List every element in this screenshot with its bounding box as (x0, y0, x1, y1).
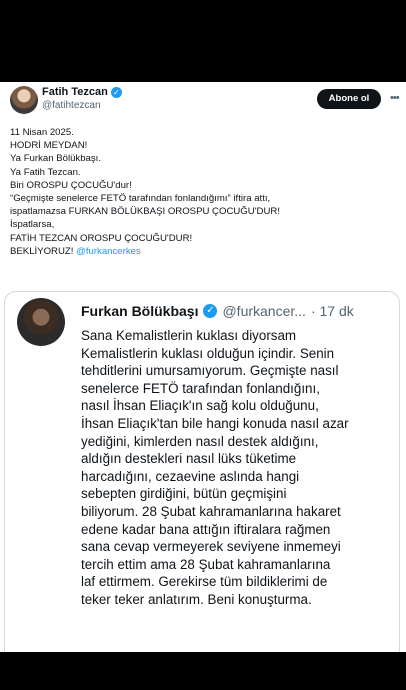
quoted-timestamp[interactable]: · 17 dk (311, 303, 354, 319)
tweet-line: HODRİ MEYDAN! (10, 140, 88, 152)
quoted-line: tehditlerini umursamıyorum. Geçmişte nas… (81, 363, 339, 379)
tweet-line: FATİH TEZCAN OROSPU ÇOCUĞU'DUR! (10, 232, 193, 244)
tweet-line: Biri OROSPU ÇOCUĞU'dur! (10, 179, 132, 191)
quoted-line: teker teker anlatırım. Beni konuşturma. (81, 591, 312, 607)
quoted-line: aldığın destekleri nasıl lüks tüketime (81, 451, 297, 467)
quoted-line: nasıl İhsan Eliaçık'ın sağ kolu olduğunu… (81, 398, 319, 414)
quoted-line: biliyorum. 28 Şubat kahramanlarına hakar… (81, 503, 341, 519)
quoted-line: laf ettirmem. Gerekirse tüm bildiklerimi… (81, 574, 328, 590)
author-avatar[interactable] (10, 86, 38, 114)
quoted-line: tercih ettim ama 28 Şubat kahramanlarına (81, 556, 331, 572)
quoted-line: edene kadar bana attığın iftiralara rağm… (81, 521, 331, 537)
quoted-author-handle[interactable]: @furkancer... (222, 303, 305, 319)
quoted-line: İhsan Eliaçık'tan bile hangi konuda nası… (81, 415, 349, 431)
tweet-line: İspatlarsa, (10, 219, 55, 231)
quoted-text: Sana Kemalistlerin kuklası diyorsam Kema… (81, 327, 393, 609)
quoted-author-avatar[interactable] (17, 298, 65, 346)
author-name[interactable]: Fatih Tezcan (42, 86, 108, 98)
quoted-line: harcadığını, cezaevine aslında hangi (81, 468, 300, 484)
quoted-line: sebepten girdiğini, bütün geçmişini (81, 486, 287, 502)
author-name-row: Fatih Tezcan ✓ (42, 86, 122, 98)
tweet-last-line: BEKLİYORUZ! @furkancerkes (10, 245, 400, 258)
tweet-line: Ya Furkan Bölükbaşı. (10, 153, 102, 165)
quoted-line: senelerce FETÖ tarafından fonlandığını, (81, 380, 320, 396)
verified-badge-icon: ✓ (203, 304, 218, 318)
quoted-line: Kemalistlerin kuklası olduğun içindir. S… (81, 345, 335, 361)
quoted-line: Sana Kemalistlerin kuklası diyorsam (81, 328, 297, 343)
quoted-header: Furkan Bölükbaşı ✓ @furkancer... · 17 dk (81, 303, 354, 319)
tweet-line: 11 Nisan 2025. (10, 127, 74, 138)
verified-badge-icon: ✓ (110, 86, 122, 98)
quoted-line: yediğini, kimlerden nasıl destek aldığın… (81, 433, 319, 449)
quoted-author-name[interactable]: Furkan Bölükbaşı (81, 303, 198, 319)
more-dots-icon[interactable]: ••• (390, 92, 400, 104)
quoted-line: sana cevap vermeyerek seviyene inmemeyi (81, 539, 341, 555)
tweet-line: ispatlamazsa FURKAN BÖLÜKBAŞI OROSPU ÇOC… (10, 206, 280, 218)
tweet-line: Ya Fatih Tezcan. (10, 166, 81, 178)
quoted-tweet[interactable]: Furkan Bölükbaşı ✓ @furkancer... · 17 dk… (4, 291, 400, 652)
tweet-card: Fatih Tezcan ✓ @fatihtezcan Abone ol •••… (0, 82, 406, 652)
mention-link[interactable]: @furkancerkes (76, 246, 141, 257)
tweet-text: 11 Nisan 2025. HODRİ MEYDAN! Ya Furkan B… (10, 126, 400, 258)
tweet-line: “Geçmişte senelerce FETÖ tarafından fonl… (10, 193, 271, 205)
follow-button[interactable]: Abone ol (317, 89, 381, 109)
author-handle[interactable]: @fatihtezcan (42, 100, 101, 111)
tweet-line-text: BEKLİYORUZ! (10, 245, 77, 257)
